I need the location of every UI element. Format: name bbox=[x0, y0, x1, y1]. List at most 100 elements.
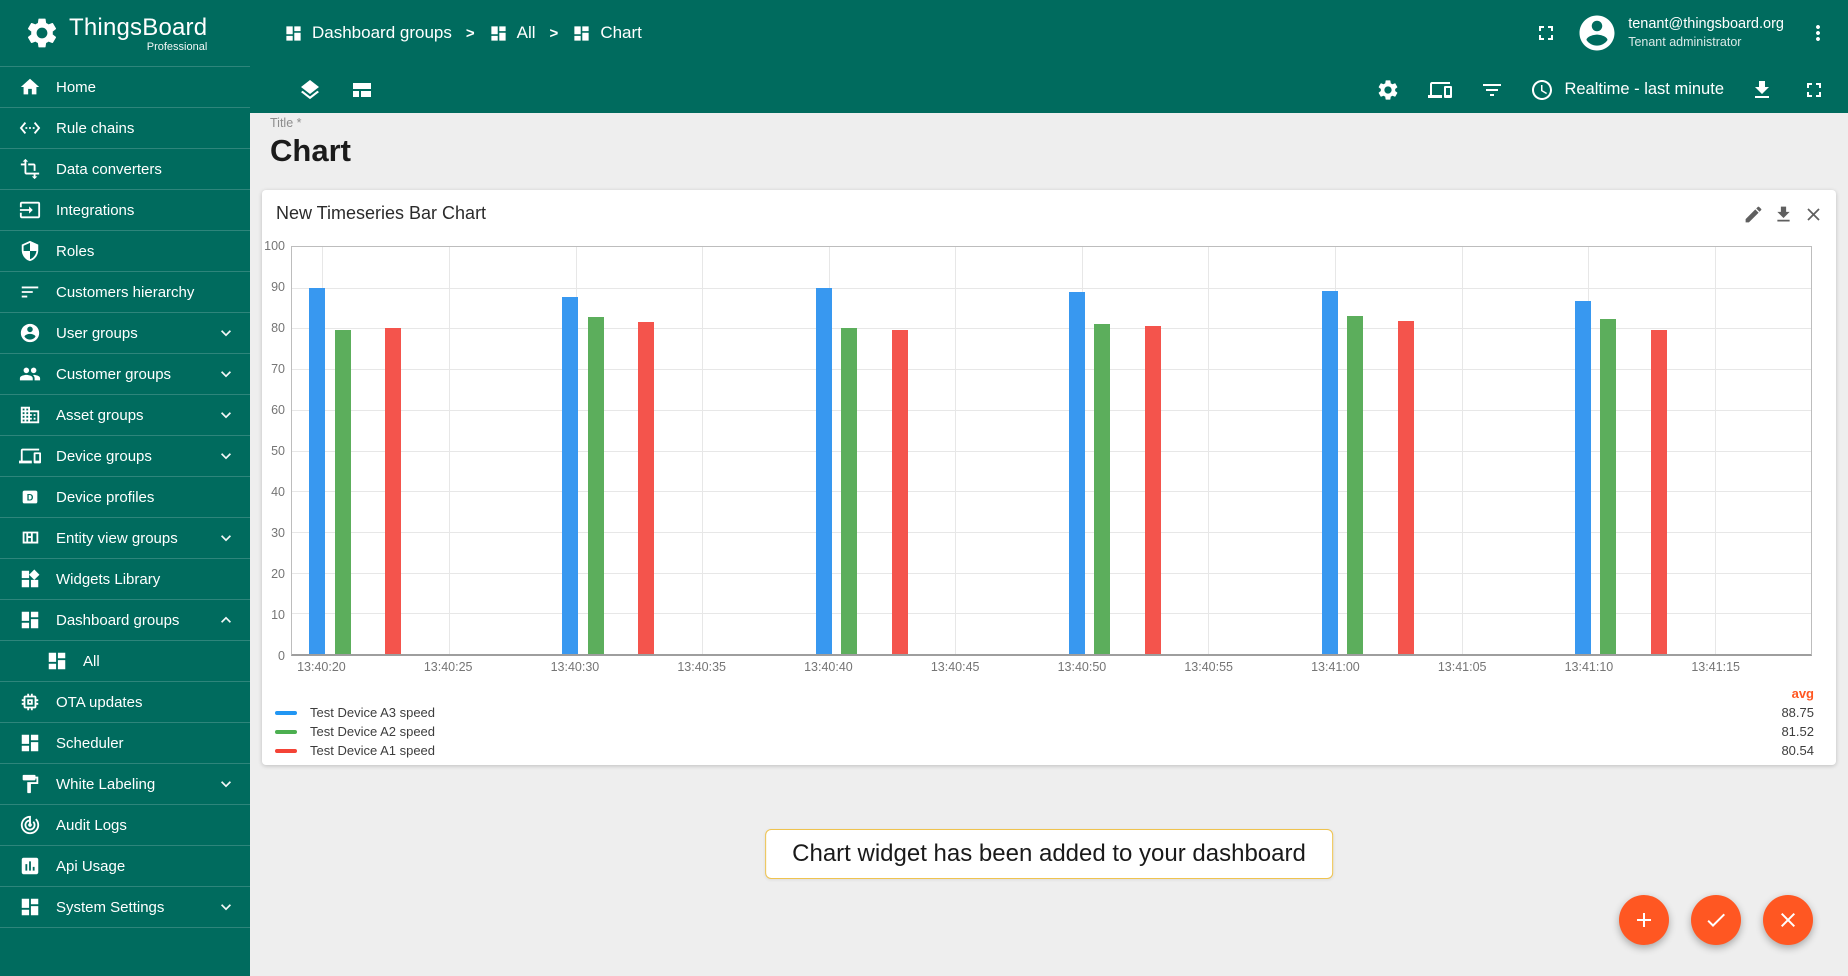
api-usage-icon bbox=[19, 855, 41, 877]
system-settings-icon bbox=[19, 896, 41, 918]
bar-series-1 bbox=[1068, 291, 1085, 654]
toolbar-fullscreen-button[interactable] bbox=[1794, 70, 1834, 110]
sidebar-item-asset-groups[interactable]: Asset groups bbox=[0, 395, 250, 436]
sidebar-item-device-profiles[interactable]: D Device profiles bbox=[0, 477, 250, 518]
rule-chains-icon bbox=[19, 117, 41, 139]
filter-icon bbox=[1480, 78, 1504, 102]
toolbar-right: Realtime - last minute bbox=[1368, 70, 1834, 110]
devices-icon bbox=[1428, 78, 1453, 102]
avatar[interactable] bbox=[1576, 12, 1618, 54]
sidebar-item-all[interactable]: All bbox=[0, 641, 250, 682]
layout-icon bbox=[350, 78, 374, 102]
chevron-down-icon bbox=[216, 897, 236, 917]
more-vert-icon bbox=[1806, 21, 1830, 45]
sidebar-item-label: Roles bbox=[56, 242, 95, 260]
export-dashboard-button[interactable] bbox=[1742, 70, 1782, 110]
legend-swatch-icon bbox=[275, 710, 297, 715]
x-tick-label: 13:40:50 bbox=[1057, 660, 1107, 674]
fullscreen-button[interactable] bbox=[1526, 13, 1566, 53]
remove-widget-button[interactable] bbox=[1798, 199, 1828, 229]
sidebar: ThingsBoard Professional Home Rule chains… bbox=[0, 0, 250, 976]
sidebar-item-api-usage[interactable]: Api Usage bbox=[0, 846, 250, 887]
user-email: tenant@thingsboard.org bbox=[1628, 16, 1784, 33]
add-widget-fab[interactable] bbox=[1619, 895, 1669, 945]
sidebar-item-scheduler[interactable]: Scheduler bbox=[0, 723, 250, 764]
bar-series-2 bbox=[1600, 318, 1617, 654]
sidebar-item-user-groups[interactable]: User groups bbox=[0, 313, 250, 354]
device-profiles-icon: D bbox=[19, 486, 41, 508]
sidebar-item-home[interactable]: Home bbox=[0, 67, 250, 108]
sidebar-item-rule-chains[interactable]: Rule chains bbox=[0, 108, 250, 149]
filters-button[interactable] bbox=[1472, 70, 1512, 110]
x-tick-label: 13:40:20 bbox=[297, 660, 346, 674]
svg-text:D: D bbox=[27, 493, 34, 503]
account-circle-icon bbox=[1576, 12, 1618, 54]
bar-series-3 bbox=[1397, 321, 1414, 654]
bar-series-3 bbox=[891, 330, 908, 654]
legend-series-name: Test Device A2 speed bbox=[310, 724, 436, 739]
content: Title * Chart New Timeseries Bar Chart 0… bbox=[250, 113, 1848, 976]
sidebar-item-label: Dashboard groups bbox=[56, 611, 180, 629]
y-tick-label: 70 bbox=[271, 362, 285, 376]
sidebar-item-roles[interactable]: Roles bbox=[0, 231, 250, 272]
sidebar-item-audit-logs[interactable]: Audit Logs bbox=[0, 805, 250, 846]
sidebar-item-system-settings[interactable]: System Settings bbox=[0, 887, 250, 928]
fullscreen-icon bbox=[1802, 78, 1826, 102]
bar-series-1 bbox=[1321, 290, 1338, 654]
toast-message: Chart widget has been added to your dash… bbox=[792, 840, 1306, 867]
chevron-down-icon bbox=[216, 405, 236, 425]
sidebar-item-data-converters[interactable]: Data converters bbox=[0, 149, 250, 190]
check-icon bbox=[1704, 908, 1728, 932]
manage-layouts-button[interactable] bbox=[290, 70, 330, 110]
y-tick-label: 30 bbox=[271, 526, 285, 540]
sidebar-item-label: Widgets Library bbox=[56, 570, 161, 588]
dashboard-settings-button[interactable] bbox=[1368, 70, 1408, 110]
sidebar-menu: Home Rule chains Data converters Integratio… bbox=[0, 66, 250, 928]
title-field-label: Title * bbox=[270, 116, 302, 130]
timewindow-button[interactable]: Realtime - last minute bbox=[1524, 78, 1730, 102]
export-widget-button[interactable] bbox=[1768, 199, 1798, 229]
close-icon bbox=[1776, 908, 1800, 932]
v-gridline bbox=[1461, 247, 1463, 654]
cancel-changes-fab[interactable] bbox=[1763, 895, 1813, 945]
user-info[interactable]: tenant@thingsboard.org Tenant administra… bbox=[1628, 15, 1784, 50]
toolbar-left bbox=[290, 70, 382, 110]
sidebar-item-widgets-library[interactable]: Widgets Library bbox=[0, 559, 250, 600]
sidebar-item-dashboard-groups[interactable]: Dashboard groups bbox=[0, 600, 250, 641]
legend-row[interactable]: Test Device A3 speed 88.75 bbox=[275, 703, 1814, 722]
legend-avg-header: avg bbox=[1791, 686, 1814, 701]
entity-aliases-button[interactable] bbox=[1420, 70, 1460, 110]
edit-widget-button[interactable] bbox=[1738, 199, 1768, 229]
header-right: tenant@thingsboard.org Tenant administra… bbox=[1526, 12, 1838, 54]
sidebar-item-entity-view-groups[interactable]: Entity view groups bbox=[0, 518, 250, 559]
more-menu-button[interactable] bbox=[1798, 13, 1838, 53]
sidebar-item-white-labeling[interactable]: White Labeling bbox=[0, 764, 250, 805]
sidebar-item-customer-groups[interactable]: Customer groups bbox=[0, 354, 250, 395]
bar-series-1 bbox=[1575, 301, 1592, 654]
sidebar-item-customers-hierarchy[interactable]: Customers hierarchy bbox=[0, 272, 250, 313]
breadcrumb-item-dashboard-groups[interactable]: Dashboard groups bbox=[284, 23, 452, 43]
legend-row[interactable]: Test Device A2 speed 81.52 bbox=[275, 722, 1814, 741]
sidebar-item-integrations[interactable]: Integrations bbox=[0, 190, 250, 231]
dashboard-icon bbox=[572, 24, 591, 43]
breadcrumb-item-chart[interactable]: Chart bbox=[572, 23, 642, 43]
apply-changes-fab[interactable] bbox=[1691, 895, 1741, 945]
widget-card: New Timeseries Bar Chart 0 10 20 30 40 50 60 70… bbox=[262, 190, 1836, 765]
sidebar-item-ota-updates[interactable]: OTA updates bbox=[0, 682, 250, 723]
sidebar-item-label: Device groups bbox=[56, 447, 152, 465]
bar-series-2 bbox=[587, 317, 604, 654]
white-labeling-icon bbox=[19, 773, 41, 795]
breadcrumb-item-all[interactable]: All bbox=[489, 23, 536, 43]
y-tick-label: 20 bbox=[271, 567, 285, 581]
brand[interactable]: ThingsBoard Professional bbox=[0, 0, 250, 66]
manage-states-button[interactable] bbox=[342, 70, 382, 110]
dashboard-title-input[interactable]: Chart bbox=[270, 133, 1848, 169]
v-gridline bbox=[1208, 247, 1210, 654]
plus-icon bbox=[1632, 908, 1656, 932]
sidebar-item-device-groups[interactable]: Device groups bbox=[0, 436, 250, 477]
ota-updates-icon bbox=[19, 691, 41, 713]
x-tick-label: 13:41:05 bbox=[1437, 660, 1487, 674]
legend-row[interactable]: Test Device A1 speed 80.54 bbox=[275, 741, 1814, 760]
dashboard-icon bbox=[19, 609, 41, 631]
sidebar-item-label: White Labeling bbox=[56, 775, 156, 793]
